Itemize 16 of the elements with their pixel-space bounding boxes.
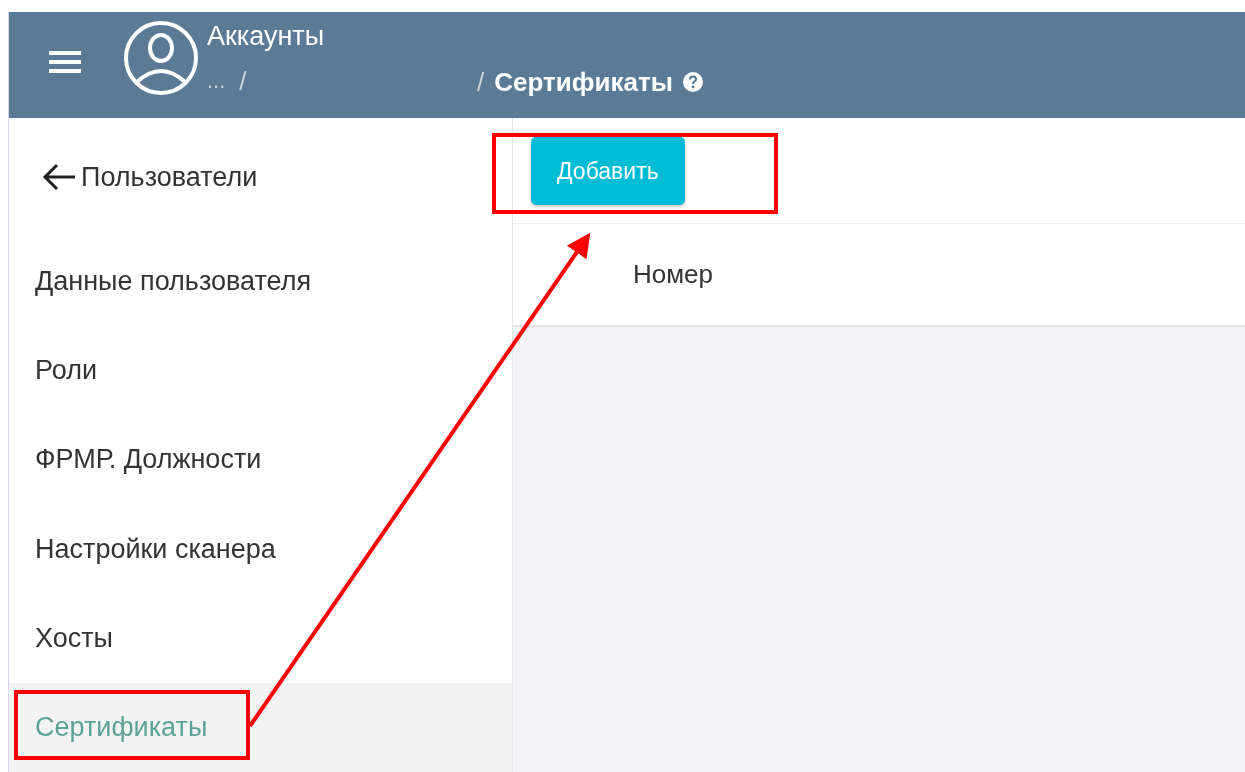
help-icon[interactable] xyxy=(682,72,703,92)
breadcrumb-separator: / xyxy=(239,66,247,96)
sidebar-item[interactable]: Данные пользователя xyxy=(9,236,512,327)
breadcrumb-separator: / xyxy=(477,67,485,97)
back-link[interactable]: Пользователи xyxy=(9,118,512,237)
back-arrow-icon xyxy=(41,162,77,193)
sidebar-item[interactable]: Роли xyxy=(9,326,512,416)
user-avatar-icon[interactable] xyxy=(123,20,199,96)
sidebar-item[interactable]: Настройки сканера xyxy=(9,504,512,594)
back-link-label[interactable]: Пользователи xyxy=(81,161,258,193)
menu-icon[interactable] xyxy=(47,48,83,76)
sidebar-item[interactable]: ФРМР. Должности xyxy=(9,415,512,505)
column-header: Номер xyxy=(633,259,714,290)
sidebar-item[interactable]: Хосты xyxy=(9,593,512,683)
app-title: Аккаунты xyxy=(207,20,326,52)
page-title: Сертификаты xyxy=(494,67,673,97)
